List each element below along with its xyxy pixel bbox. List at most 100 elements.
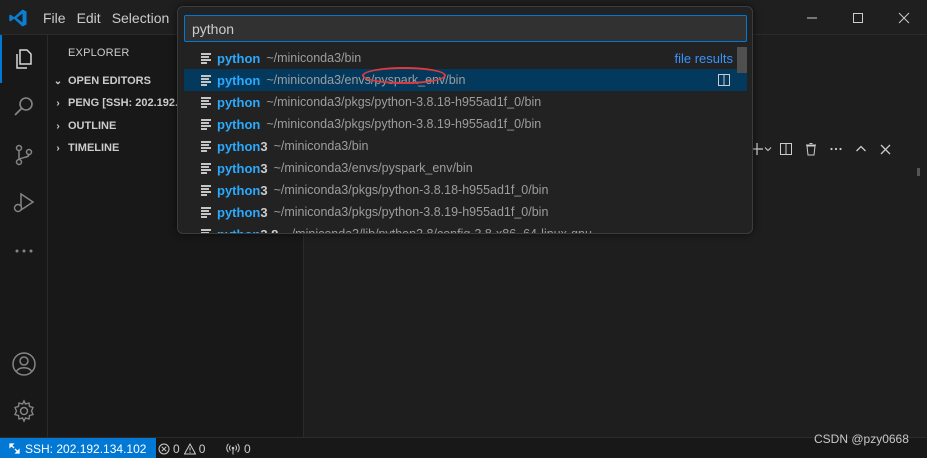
activity-more[interactable]	[0, 227, 48, 275]
maximize-button[interactable]	[835, 0, 881, 35]
result-item[interactable]: python ~/miniconda3/pkgs/python-3.8.18-h9…	[184, 91, 747, 113]
result-item[interactable]: python3 ~/miniconda3/envs/pyspark_env/bin	[184, 157, 747, 179]
panel-scrollbar[interactable]	[917, 168, 920, 176]
result-path: ~/miniconda3/pkgs/python-3.8.19-h955ad1f…	[273, 205, 549, 219]
result-name-rest: 3	[260, 160, 268, 176]
result-name-highlight: python	[217, 226, 261, 234]
maximize-panel-button[interactable]	[848, 138, 873, 160]
split-icon	[779, 143, 792, 155]
watermark: CSDN @pzy0668	[814, 432, 909, 446]
ports-count: 0	[244, 441, 251, 456]
result-name-rest: 3	[260, 138, 268, 154]
section-label: TIMELINE	[68, 142, 120, 154]
run-debug-icon	[13, 192, 35, 213]
file-lines-icon	[201, 140, 211, 152]
result-name-highlight: python	[217, 116, 261, 132]
result-path: ~/miniconda3/bin	[273, 139, 369, 153]
result-item[interactable]: python ~/miniconda3/pkgs/python-3.8.19-h9…	[184, 113, 747, 135]
result-name: python	[217, 51, 260, 66]
result-item[interactable]: python3.8 ~/miniconda3/lib/python3.8/conf…	[184, 223, 747, 234]
result-item[interactable]: python3 ~/miniconda3/pkgs/python-3.8.19-h…	[184, 201, 747, 223]
activity-source-control[interactable]	[0, 131, 48, 179]
activity-search[interactable]	[0, 83, 48, 131]
result-name-highlight: python	[217, 182, 261, 198]
maximize-icon	[853, 12, 863, 23]
results-scrollbar[interactable]	[737, 47, 747, 73]
result-name: python3	[217, 161, 268, 176]
explorer-title: EXPLORER	[68, 47, 130, 59]
result-path: ~/miniconda3/lib/python3.8/config-3.8-x8…	[284, 227, 592, 234]
section-label: PENG [SSH: 202.192.	[68, 97, 179, 109]
result-name-highlight: python	[217, 50, 261, 66]
chevron-right-icon: ›	[56, 142, 60, 154]
result-path: ~/miniconda3/envs/pyspark_env/bin	[273, 161, 473, 175]
menu-bar: File Edit Selection	[43, 0, 180, 35]
result-name: python	[217, 117, 260, 132]
window-controls	[612, 0, 927, 35]
result-name: python3	[217, 139, 268, 154]
quick-open-input[interactable]	[184, 15, 747, 42]
result-name-rest: 3	[260, 204, 268, 220]
result-name-highlight: python	[217, 94, 261, 110]
remote-label: SSH: 202.192.134.102	[25, 441, 147, 456]
result-name-rest: 3.8	[260, 226, 279, 234]
result-item[interactable]: python3 ~/miniconda3/pkgs/python-3.8.18-h…	[184, 179, 747, 201]
open-to-side-icon[interactable]	[717, 73, 731, 87]
panel-toolbar	[748, 138, 898, 160]
file-lines-icon	[201, 206, 211, 218]
result-name-highlight: python	[217, 138, 261, 154]
result-name: python	[217, 73, 260, 88]
menu-edit[interactable]: Edit	[77, 10, 101, 26]
file-lines-icon	[201, 162, 211, 174]
gear-icon	[14, 399, 34, 423]
result-name-highlight: python	[217, 160, 261, 176]
status-bar: SSH: 202.192.134.102 0 0 0	[0, 437, 927, 458]
minimize-icon	[807, 17, 817, 18]
result-name: python	[217, 95, 260, 110]
annotation-circle	[362, 67, 446, 84]
result-path: ~/miniconda3/pkgs/python-3.8.18-h955ad1f…	[266, 95, 542, 109]
ellipsis-icon	[829, 147, 842, 151]
files-icon	[16, 49, 32, 69]
activity-explorer[interactable]	[0, 35, 48, 83]
file-lines-icon	[201, 96, 211, 108]
result-name-highlight: python	[217, 204, 261, 220]
file-lines-icon	[201, 118, 211, 130]
error-count: 0	[173, 441, 180, 456]
file-lines-icon	[201, 228, 211, 233]
close-panel-button[interactable]	[873, 138, 898, 160]
file-lines-icon	[201, 52, 211, 64]
broadcast-icon	[226, 442, 240, 454]
account-icon	[12, 352, 36, 376]
result-name: python3	[217, 183, 268, 198]
ports-indicator[interactable]: 0	[226, 438, 251, 458]
activity-manage[interactable]	[0, 387, 48, 435]
minimize-button[interactable]	[789, 0, 835, 35]
close-window-button[interactable]	[881, 0, 927, 35]
section-label: OPEN EDITORS	[68, 75, 151, 87]
result-name: python3.8	[217, 226, 279, 234]
result-item[interactable]: python ~/miniconda3/bin file results	[184, 47, 747, 69]
problems-indicator[interactable]: 0 0	[158, 438, 205, 458]
source-control-icon	[15, 144, 33, 166]
split-terminal-button[interactable]	[773, 138, 798, 160]
menu-file[interactable]: File	[43, 10, 66, 26]
activity-run-debug[interactable]	[0, 179, 48, 227]
chevron-right-icon: ›	[56, 120, 60, 132]
activity-accounts[interactable]	[0, 340, 48, 388]
chevron-up-icon	[855, 145, 866, 152]
more-actions-button[interactable]	[823, 138, 848, 160]
chevron-down-icon: ⌄	[53, 75, 63, 87]
warning-icon	[183, 442, 196, 454]
result-item[interactable]: python ~/miniconda3/envs/pyspark_env/bin	[184, 69, 747, 91]
remote-indicator[interactable]: SSH: 202.192.134.102	[0, 438, 157, 458]
chevron-down-icon	[764, 147, 771, 152]
file-results-label: file results	[674, 50, 733, 66]
menu-selection[interactable]: Selection	[112, 10, 170, 26]
trash-icon	[805, 143, 816, 156]
result-name-rest: 3	[260, 182, 268, 198]
result-item[interactable]: python3 ~/miniconda3/bin	[184, 135, 747, 157]
close-icon	[898, 12, 910, 23]
remote-icon	[9, 443, 20, 454]
kill-terminal-button[interactable]	[798, 138, 823, 160]
